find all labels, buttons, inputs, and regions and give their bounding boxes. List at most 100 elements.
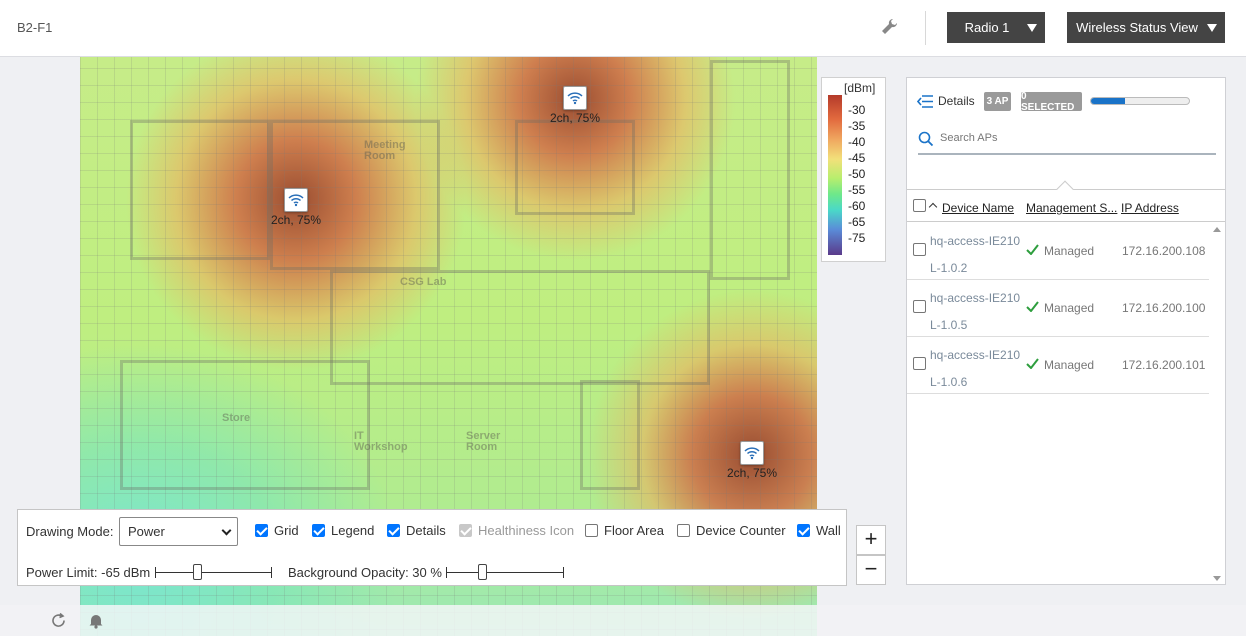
top-bar: B2-F1 Radio 1 Wireless Status View [0,0,1246,57]
chevron-down-icon [221,525,232,536]
zoom-in-button[interactable]: + [856,525,886,555]
legend-unit: [dBm] [844,81,876,95]
checkbox-box[interactable] [585,524,598,537]
checkbox-box[interactable] [677,524,690,537]
table-row[interactable]: hq-access-IE210 L-1.0.5 Managed 172.16.2… [907,280,1209,337]
map-wall [580,380,640,490]
map-wall [120,360,370,490]
power-limit-label: Power Limit: -65 dBm [26,565,151,580]
room-label: CSG Lab [400,276,447,288]
slider-end [446,567,447,578]
checkbox-label: Device Counter [696,523,786,538]
zoom-out-button[interactable]: − [856,555,886,585]
scroll-up-icon[interactable] [1213,227,1221,232]
legend-tick: -30 [848,103,866,117]
legend-tick: -60 [848,199,866,213]
checkbox-box[interactable] [797,524,810,537]
legend-tick: -65 [848,215,866,229]
device-name[interactable]: hq-access-IE210 L-1.0.6 [930,342,1022,396]
refresh-icon[interactable] [50,612,67,632]
ip-address: 172.16.200.100 [1122,301,1206,315]
details-checkbox[interactable]: Details [387,523,446,538]
room-label: Server Room [466,430,501,453]
access-point-marker[interactable]: 2ch, 75% [712,441,792,480]
drawing-mode-label: Drawing Mode: [26,524,114,539]
slider-thumb[interactable] [478,564,487,580]
legend-ticks: -30 -35 -40 -45 -50 -55 -60 -65 -75 [848,102,865,246]
map-wall [330,270,710,385]
slider-end [271,567,272,578]
checkbox-label: Healthiness Icon [478,523,575,538]
row-checkbox[interactable] [913,357,926,370]
search-box [918,123,1216,155]
progress-fill [1091,98,1126,104]
view-dropdown[interactable]: Wireless Status View [1067,12,1225,43]
details-toggle[interactable]: Details [917,94,975,108]
radio-dropdown-label: Radio 1 [964,20,1010,35]
device-name[interactable]: hq-access-IE210 L-1.0.2 [930,228,1022,282]
device-name[interactable]: hq-access-IE210 L-1.0.5 [930,285,1022,339]
background-opacity-label: Background Opacity: 30 % [288,565,442,580]
details-label: Details [938,94,975,108]
device-name-line: hq-access-IE210 [930,291,1021,305]
power-limit-slider[interactable] [155,564,272,580]
table-scrollbar[interactable] [1209,223,1225,585]
management-status: Managed [1044,244,1095,258]
sort-asc-icon[interactable] [928,202,938,212]
drawing-mode-value: Power [128,524,165,539]
column-device-name[interactable]: Device Name [942,201,1014,215]
grid-checkbox[interactable]: Grid [255,523,299,538]
legend-color-bar [828,95,842,255]
legend-tick: -55 [848,183,866,197]
column-management-status[interactable]: Management S... [1026,201,1117,215]
table-row[interactable]: hq-access-IE210 L-1.0.2 Managed 172.16.2… [907,223,1209,280]
healthiness-icon-checkbox: Healthiness Icon [459,523,574,538]
select-all-checkbox[interactable] [913,199,926,212]
check-icon [1026,244,1039,255]
checkbox-label: Details [406,523,446,538]
room-label: IT Workshop [354,430,408,453]
ap-label: 2ch, 75% [726,466,778,480]
legend-tick: -75 [848,231,866,245]
drawing-mode-select[interactable]: Power [119,517,238,546]
checkbox-box[interactable] [387,524,400,537]
device-name-line: L-1.0.6 [930,375,968,389]
scroll-down-icon[interactable] [1213,576,1221,581]
floor-area-checkbox[interactable]: Floor Area [585,523,664,538]
checkbox-label: Legend [331,523,375,538]
legend-checkbox[interactable]: Legend [312,523,374,538]
access-point-marker[interactable]: 2ch, 75% [535,86,615,125]
row-checkbox[interactable] [913,300,926,313]
management-status: Managed [1044,358,1095,372]
search-icon [918,131,934,147]
column-ip-address[interactable]: IP Address [1121,201,1179,215]
checkbox-label: Wall [816,523,841,538]
checkbox-box[interactable] [255,524,268,537]
checkbox-label: Floor Area [604,523,664,538]
selected-count-badge: 0 SELECTED [1021,91,1082,113]
device-name-line: L-1.0.5 [930,318,968,332]
background-opacity-slider[interactable] [446,564,564,580]
caret-down-icon [1207,23,1217,32]
device-name-line: L-1.0.2 [930,261,968,275]
legend-tick: -50 [848,167,866,181]
ip-address: 172.16.200.108 [1122,244,1206,258]
ap-details-panel: Details 3 AP 0 SELECTED Device Name Mana… [906,77,1226,585]
bell-icon[interactable] [88,612,104,632]
checkbox-box [459,524,472,537]
device-name-line: hq-access-IE210 [930,348,1021,362]
floor-name: B2-F1 [17,20,53,35]
slider-thumb[interactable] [193,564,202,580]
legend-tick: -45 [848,151,866,165]
device-counter-checkbox[interactable]: Device Counter [677,523,786,538]
wrench-icon[interactable] [878,16,900,38]
wall-checkbox[interactable]: Wall [797,523,841,538]
check-icon [1026,358,1039,369]
table-row[interactable]: hq-access-IE210 L-1.0.6 Managed 172.16.2… [907,337,1209,394]
radio-dropdown[interactable]: Radio 1 [947,12,1045,43]
access-point-marker[interactable]: 2ch, 75% [256,188,336,227]
checkbox-box[interactable] [312,524,325,537]
search-input[interactable] [940,128,1210,148]
view-dropdown-label: Wireless Status View [1076,20,1198,35]
row-checkbox[interactable] [913,243,926,256]
